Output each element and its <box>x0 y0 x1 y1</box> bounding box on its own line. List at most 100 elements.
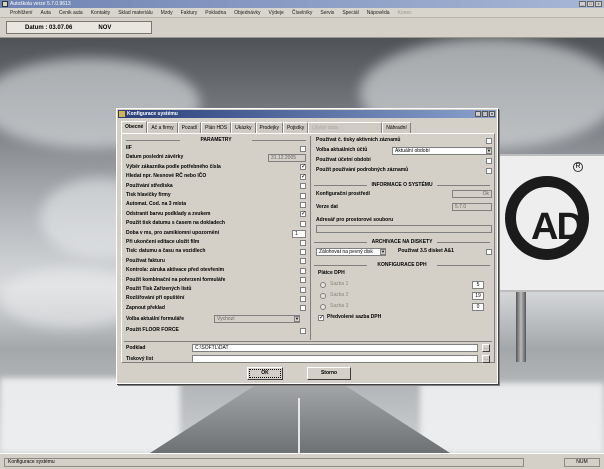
dialog-title: Konfigurace systému <box>127 111 178 117</box>
archive-checkbox[interactable] <box>486 249 492 255</box>
parameter-checkbox[interactable] <box>300 305 306 312</box>
path-input[interactable]: C:\SOFTL\DAT <box>192 344 478 352</box>
billboard: AD R <box>493 154 604 292</box>
tab-samples[interactable]: Ukázky <box>231 122 256 133</box>
vat-rate-radio[interactable] <box>320 293 326 299</box>
chevron-down-icon[interactable]: ▼ <box>486 148 492 154</box>
window-title: Autoškola verze 5.7.0.9613 <box>10 1 71 7</box>
parameter-checkbox[interactable] <box>300 163 306 171</box>
general-panel: PARAMETRY IIF Datum posledni závěrky 31.12… <box>121 133 495 363</box>
menu-item[interactable]: Sklad materiálu <box>114 10 156 16</box>
setting-checkbox[interactable] <box>486 157 492 164</box>
menu-item[interactable]: Konec <box>394 10 416 16</box>
parameters-heading: PARAMETRY <box>126 137 306 144</box>
tab-background[interactable]: Pozadí <box>177 122 202 133</box>
numlock-indicator: NUM <box>564 458 600 467</box>
cancel-button[interactable]: Storno <box>307 367 351 380</box>
tab-insurance[interactable]: Pojistky <box>282 122 309 133</box>
day-label: NOV <box>98 24 112 31</box>
parameter-checkbox[interactable] <box>300 220 306 227</box>
parameter-checkbox[interactable] <box>300 183 306 190</box>
tab-substitute[interactable]: Náhradní <box>382 122 411 133</box>
vat-rate-label: Sazba 1 <box>330 281 349 287</box>
archive-heading: ARCHIVACE NA DISKETY <box>314 239 490 246</box>
default-vat-checkbox[interactable] <box>318 314 324 321</box>
parameter-checkbox[interactable] <box>300 277 306 284</box>
floor-force-checkbox[interactable] <box>300 328 306 334</box>
chevron-down-icon[interactable]: ▼ <box>294 316 300 322</box>
menu-item[interactable]: Kontakty <box>87 10 114 16</box>
vat-rate-value[interactable]: 5 <box>472 281 484 289</box>
parameter-checkbox[interactable] <box>300 258 306 265</box>
maximize-button[interactable]: □ <box>587 1 594 7</box>
menu-item[interactable]: Pokladna <box>201 10 230 16</box>
parameter-label: Použít Tisk Zařízených listů <box>126 286 192 292</box>
vat-rate-radio[interactable] <box>320 304 326 310</box>
menu-item[interactable]: Číselníky <box>288 10 317 16</box>
parameter-label: IIF <box>126 145 132 151</box>
parameter-label: Používat fakturu <box>126 257 165 264</box>
app-icon <box>2 1 8 7</box>
menu-item[interactable]: Cenik auta <box>55 10 87 16</box>
vat-rate-label: Sazba 2 <box>330 292 349 298</box>
form-combo[interactable]: Vychozí <box>214 315 300 323</box>
menu-item[interactable]: Objednávky <box>230 10 264 16</box>
billboard-pole <box>516 292 526 362</box>
vat-rate-value[interactable]: 0 <box>472 303 484 311</box>
parameter-label: Kontrola: záruka aktivace před otevřením <box>126 267 225 274</box>
parameter-checkbox[interactable] <box>300 267 306 274</box>
menu-item[interactable]: Speciál <box>338 10 362 16</box>
parameter-checkbox[interactable] <box>300 145 306 152</box>
billboard-logo: AD <box>531 206 584 248</box>
archive-combo[interactable]: Zálohovat na pevný disk <box>316 248 386 256</box>
vat-config-heading: KONFIGURACE DPH <box>314 262 490 269</box>
parameter-checkbox[interactable] <box>300 201 306 208</box>
setting-checkbox[interactable] <box>486 167 492 174</box>
chevron-down-icon[interactable]: ▼ <box>380 249 386 255</box>
parameter-label: Používání střediska <box>126 182 173 189</box>
menu-item[interactable]: Mzdy <box>157 10 177 16</box>
setting-label: Použít používání podrobných záznamů <box>316 167 409 173</box>
parameter-checkbox[interactable] <box>300 192 306 199</box>
dialog-minimize-button[interactable]: _ <box>475 111 481 117</box>
setting-combo[interactable]: Aktuální období <box>392 147 492 155</box>
print-list-input[interactable] <box>192 355 478 363</box>
parameter-field[interactable]: 31.12.2005 <box>268 154 306 163</box>
tab-firms[interactable]: Ač a firmy <box>147 122 178 133</box>
parameter-label: Použít tisk datumu s časem na dokladech <box>126 220 225 227</box>
minimize-button[interactable]: _ <box>579 1 586 7</box>
setting-label: Volba aktuálních účtů <box>316 147 368 153</box>
vat-rate-value[interactable]: 19 <box>472 292 484 300</box>
dialog-close-button[interactable]: × <box>489 111 495 117</box>
setting-checkbox[interactable] <box>486 137 492 144</box>
print-list-label: Tiskový list <box>126 356 154 362</box>
parameter-checkbox[interactable] <box>300 239 306 246</box>
dialog-maximize-button[interactable]: □ <box>482 111 488 117</box>
menu-item[interactable]: Faktury <box>177 10 202 16</box>
vat-rate-radio[interactable] <box>320 282 326 288</box>
data-version-label: Verze dat <box>316 204 338 210</box>
parameter-checkbox[interactable] <box>300 173 306 180</box>
form-combo-label: Volba aktuální formuláře <box>126 316 184 322</box>
parameter-field[interactable]: 1 <box>292 229 306 238</box>
menu-item[interactable]: Nápověda <box>363 10 394 16</box>
default-vat-label: Předvolené sazba DPH <box>327 314 382 320</box>
config-env-value: Ok <box>452 190 492 198</box>
tab-sales[interactable]: Prodejky <box>255 122 283 133</box>
tab-plan[interactable]: Plán HDS <box>201 122 232 133</box>
menu-item[interactable]: Auta <box>37 10 55 16</box>
parameter-checkbox[interactable] <box>300 286 306 293</box>
menu-item[interactable]: Výdeje <box>265 10 288 16</box>
ok-button[interactable]: OK <box>247 367 283 380</box>
menu-item[interactable]: Prohlížení <box>6 10 37 16</box>
menu-item[interactable]: Servis <box>316 10 338 16</box>
parameter-checkbox[interactable] <box>300 210 306 218</box>
close-button[interactable]: × <box>595 1 602 7</box>
browse-button[interactable]: … <box>482 355 490 363</box>
tab-accounting[interactable]: Účetní data <box>308 122 383 133</box>
parameter-checkbox[interactable] <box>300 248 306 255</box>
dialog-icon <box>119 111 125 117</box>
browse-button[interactable]: … <box>482 344 490 352</box>
parameter-checkbox[interactable] <box>300 295 306 302</box>
tab-general[interactable]: Obecné <box>121 121 148 133</box>
